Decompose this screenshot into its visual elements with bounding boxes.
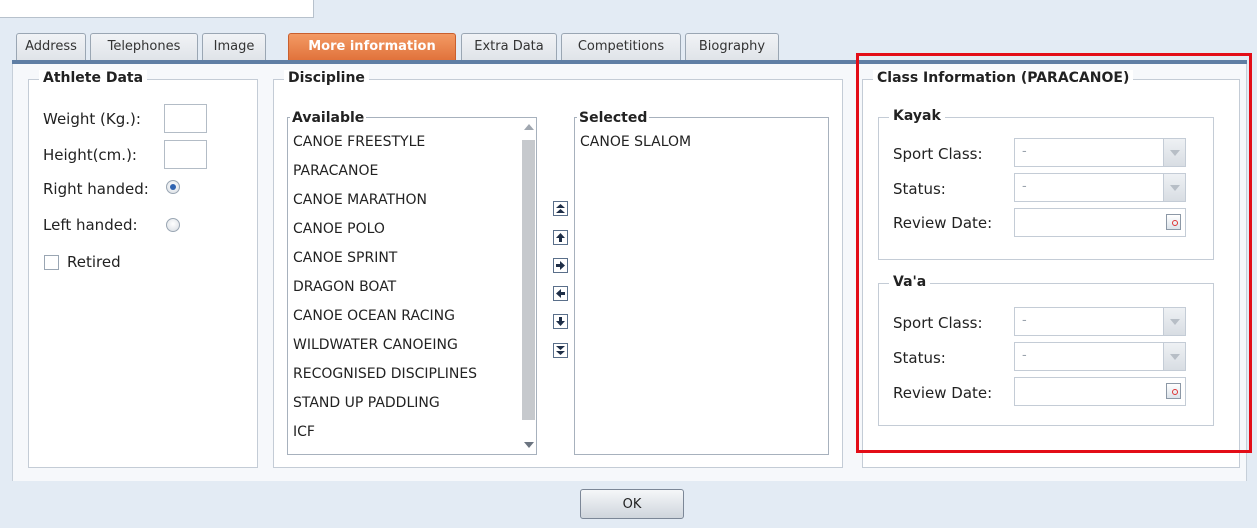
- discipline-legend: Discipline: [284, 70, 369, 86]
- weight-label: Weight (Kg.):: [43, 110, 141, 128]
- available-label: Available: [290, 110, 367, 126]
- tab-biography[interactable]: Biography: [685, 33, 779, 61]
- move-to-top-button[interactable]: [553, 201, 568, 216]
- move-right-button[interactable]: [553, 258, 568, 273]
- arrow-left-icon: [556, 289, 565, 298]
- tab-extra-data[interactable]: Extra Data: [461, 33, 557, 61]
- scroll-up-arrow-icon[interactable]: [524, 124, 534, 130]
- selected-listbox[interactable]: CANOE SLALOM: [574, 117, 829, 455]
- available-listbox[interactable]: CANOE FREESTYLE PARACANOE CANOE MARATHON…: [287, 117, 537, 455]
- highlight-box: [856, 53, 1252, 453]
- athlete-data-legend: Athlete Data: [39, 70, 148, 86]
- scroll-down-arrow-icon[interactable]: [524, 442, 534, 448]
- right-handed-radio[interactable]: [166, 180, 180, 194]
- move-left-button[interactable]: [553, 286, 568, 301]
- list-item[interactable]: RECOGNISED DISCIPLINES: [293, 366, 477, 382]
- list-item[interactable]: CANOE SLALOM: [580, 134, 691, 150]
- list-item[interactable]: WILDWATER CANOEING: [293, 337, 458, 353]
- tab-telephones[interactable]: Telephones: [90, 33, 198, 61]
- available-scrollbar[interactable]: [520, 118, 536, 454]
- left-handed-label: Left handed:: [43, 216, 138, 234]
- arrow-up-icon: [556, 233, 565, 242]
- tab-more-information[interactable]: More information: [288, 33, 456, 61]
- list-item[interactable]: STAND UP PADDLING: [293, 395, 440, 411]
- selected-label: Selected: [577, 110, 650, 126]
- scroll-thumb[interactable]: [522, 140, 535, 420]
- list-item[interactable]: CANOE MARATHON: [293, 192, 427, 208]
- list-item[interactable]: DRAGON BOAT: [293, 279, 396, 295]
- athlete-data-group: Athlete Data: [28, 70, 258, 468]
- retired-label: Retired: [67, 253, 121, 271]
- arrow-down-icon: [556, 317, 565, 326]
- list-item[interactable]: CANOE POLO: [293, 221, 385, 237]
- list-item[interactable]: CANOE SPRINT: [293, 250, 397, 266]
- move-up-button[interactable]: [553, 230, 568, 245]
- move-to-bottom-button[interactable]: [553, 343, 568, 358]
- ok-button[interactable]: OK: [580, 489, 684, 519]
- list-item[interactable]: ICF: [293, 424, 315, 440]
- height-label: Height(cm.):: [43, 146, 137, 164]
- tab-address[interactable]: Address: [16, 33, 86, 61]
- retired-checkbox[interactable]: [44, 255, 59, 270]
- tab-image[interactable]: Image: [202, 33, 266, 61]
- height-input[interactable]: [164, 140, 207, 169]
- tab-competitions[interactable]: Competitions: [561, 33, 681, 61]
- move-down-button[interactable]: [553, 314, 568, 329]
- right-handed-label: Right handed:: [43, 180, 149, 198]
- list-item[interactable]: PARACANOE: [293, 163, 378, 179]
- weight-input[interactable]: [164, 104, 207, 133]
- list-item[interactable]: CANOE OCEAN RACING: [293, 308, 455, 324]
- double-arrow-up-icon: [556, 204, 565, 213]
- list-item[interactable]: CANOE FREESTYLE: [293, 134, 425, 150]
- left-handed-radio[interactable]: [166, 218, 180, 232]
- double-arrow-down-icon: [556, 346, 565, 355]
- top-text-field[interactable]: [0, 0, 314, 18]
- arrow-right-icon: [556, 261, 565, 270]
